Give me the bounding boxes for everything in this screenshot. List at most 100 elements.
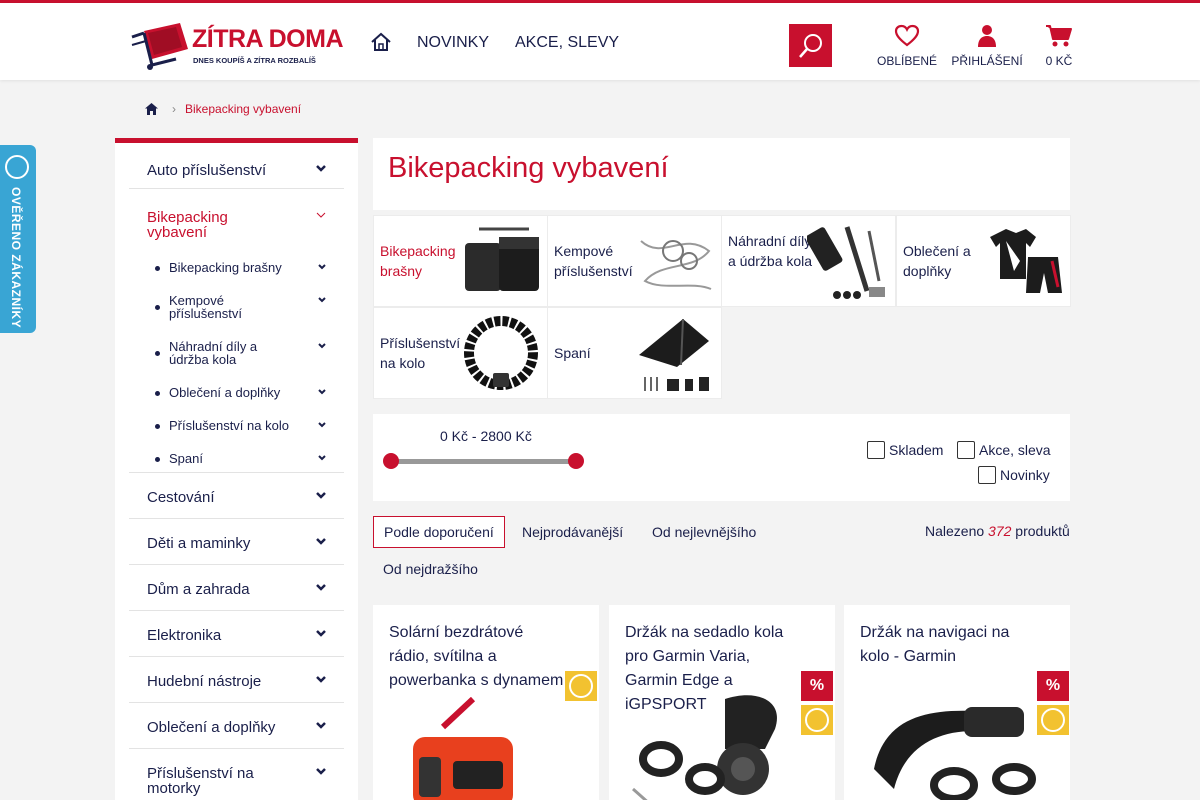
- breadcrumb: › Bikepacking vybavení: [145, 102, 301, 116]
- login-button[interactable]: PŘIHLÁŠENÍ: [950, 23, 1024, 68]
- garmin-seat-mount-image: [632, 695, 777, 800]
- page-title: Bikepacking vybavení: [388, 152, 669, 184]
- nav-home-icon[interactable]: [370, 31, 394, 55]
- favorites-label: OBLÍBENÉ: [876, 54, 938, 68]
- category-tile-kempove[interactable]: Kempové příslušenství: [547, 215, 722, 307]
- chevron-down-icon: [318, 455, 326, 461]
- login-label: PŘIHLÁŠENÍ: [951, 54, 1023, 68]
- sidebar-item-auto[interactable]: Auto příslušenství: [129, 143, 344, 189]
- chevron-down-icon: [318, 264, 326, 270]
- bullet-icon: [155, 424, 160, 429]
- breadcrumb-home-icon[interactable]: [145, 103, 158, 115]
- sidebar-item-motorky[interactable]: Příslušenství na motorky: [129, 749, 344, 800]
- sidebar-item-deti[interactable]: Děti a maminky: [129, 519, 344, 565]
- tarp-tent-icon: [639, 318, 709, 391]
- sidebar-item-label: Oblečení a doplňky: [147, 719, 276, 736]
- sidebar-item-label: Auto příslušenství: [147, 162, 267, 179]
- checkbox-box[interactable]: [957, 441, 975, 459]
- sidebar-subitem-label: Příslušenství na kolo: [169, 418, 289, 433]
- product-card[interactable]: Držák na navigaci na kolo - Garmin %: [844, 605, 1070, 800]
- product-name[interactable]: Držák na navigaci na kolo - Garmin: [860, 621, 1038, 669]
- sidebar-subitem-nahradni-dily[interactable]: Náhradní díly a údržba kola: [129, 340, 344, 370]
- sidebar-item-cestovani[interactable]: Cestování: [129, 473, 344, 519]
- sidebar-item-hudebni[interactable]: Hudební nástroje: [129, 657, 344, 703]
- category-tile-label: Oblečení a doplňky: [903, 243, 971, 279]
- site-logo[interactable]: ZÍTRA DOMA DNES KOUPÍŠ A ZÍTRA ROZBALÍŠ: [130, 19, 344, 71]
- sidebar-item-obleceni[interactable]: Oblečení a doplňky: [129, 703, 344, 749]
- nav-link-novinky[interactable]: NOVINKY: [417, 34, 489, 52]
- category-tile-spani[interactable]: Spaní: [547, 307, 722, 399]
- favorites-button[interactable]: OBLÍBENÉ: [876, 23, 938, 68]
- sidebar-item-label: Cestování: [147, 489, 215, 506]
- chevron-down-icon: [316, 165, 326, 172]
- results-suffix: produktů: [1015, 523, 1070, 539]
- sidebar-item-dum-zahrada[interactable]: Dům a zahrada: [129, 565, 344, 611]
- chevron-down-icon: [318, 422, 326, 428]
- price-range-label: 0 Kč - 2800 Kč: [440, 428, 532, 444]
- sidebar-subitem-spani[interactable]: Spaní: [129, 452, 344, 472]
- sidebar-subitem-label: Kempové příslušenství: [169, 293, 242, 321]
- category-tile-label: Náhradní díly a údržba kola: [728, 233, 813, 269]
- chevron-down-icon: [318, 343, 326, 349]
- cart-button[interactable]: 0 Kč: [1040, 23, 1078, 68]
- sidebar-item-bikepacking[interactable]: Bikepacking vybavení Bikepacking brašny …: [129, 189, 344, 473]
- chevron-down-icon: [318, 297, 326, 303]
- sidebar-item-label: Bikepacking vybavení: [147, 209, 228, 241]
- category-tile-nahradni-dily[interactable]: Náhradní díly a údržba kola: [721, 215, 896, 307]
- verified-by-customers-badge[interactable]: OVĚŘENO ZÁKAZNÍKY: [0, 145, 36, 333]
- cart-icon: [1046, 25, 1072, 47]
- solar-radio-image: [413, 697, 513, 800]
- chevron-down-icon: [316, 584, 326, 591]
- chevron-down-icon: [316, 538, 326, 545]
- bike-bag-icon: [465, 227, 539, 291]
- results-number: 372: [988, 523, 1012, 539]
- chevron-down-icon: [316, 630, 326, 637]
- price-slider-track[interactable]: [391, 459, 576, 464]
- bike-lock-icon: [464, 316, 538, 390]
- product-name[interactable]: Solární bezdrátové rádio, svítilna a pow…: [389, 621, 567, 693]
- product-card[interactable]: Držák na sedadlo kola pro Garmin Varia, …: [609, 605, 835, 800]
- checkbox-box[interactable]: [978, 466, 996, 484]
- sidebar-subitem-label: Spaní: [169, 451, 203, 466]
- sort-recommended-button[interactable]: Podle doporučení: [373, 516, 505, 548]
- search-button[interactable]: [789, 24, 832, 67]
- sort-bestselling-button[interactable]: Nejprodávanější: [512, 516, 633, 548]
- category-tile-prislusenstvi-kolo[interactable]: Příslušenství na kolo: [373, 307, 548, 399]
- filter-new-checkbox[interactable]: Novinky: [978, 466, 1050, 484]
- checkbox-box[interactable]: [867, 441, 885, 459]
- filter-sale-checkbox[interactable]: Akce, sleva: [957, 441, 1051, 459]
- sort-most-expensive-button[interactable]: Od nejdražšího: [373, 553, 488, 585]
- category-tile-bikepacking-brasny[interactable]: Bikepacking brašny: [373, 215, 548, 307]
- sidebar-item-elektronika[interactable]: Elektronika: [129, 611, 344, 657]
- category-tile-label: Příslušenství na kolo: [380, 335, 461, 371]
- verified-badge-icon: [565, 671, 597, 701]
- price-slider-min-handle[interactable]: [383, 453, 399, 469]
- sidebar-subitem-obleceni[interactable]: Oblečení a doplňky: [129, 386, 344, 406]
- sidebar-subitem-bikepacking-brasny[interactable]: Bikepacking brašny: [129, 261, 344, 281]
- price-slider-max-handle[interactable]: [568, 453, 584, 469]
- garmin-navigation-mount-image: [874, 707, 1036, 800]
- nav-link-akce-slevy[interactable]: AKCE, SLEVY: [515, 34, 619, 52]
- discount-badge: %: [1037, 671, 1069, 701]
- breadcrumb-current[interactable]: Bikepacking vybavení: [185, 102, 301, 116]
- bullet-icon: [155, 391, 160, 396]
- category-tile-label: Kempové příslušenství: [554, 243, 633, 279]
- sidebar-subitem-label: Náhradní díly a údržba kola: [169, 339, 258, 367]
- filter-panel: 0 Kč - 2800 Kč Skladem Akce, sleva Novin…: [373, 414, 1070, 501]
- bullet-icon: [155, 351, 160, 356]
- sidebar-item-label: Elektronika: [147, 627, 222, 644]
- bullet-icon: [155, 266, 160, 271]
- bike-tools-icon: [807, 226, 885, 299]
- heart-icon: [894, 24, 920, 47]
- sort-cheapest-button[interactable]: Od nejlevnějšího: [642, 516, 766, 548]
- verified-seal-icon: [5, 155, 29, 179]
- sidebar-subitem-prislusenstvi-kolo[interactable]: Příslušenství na kolo: [129, 419, 344, 439]
- checkbox-label: Novinky: [1000, 467, 1050, 483]
- chevron-down-icon: [316, 722, 326, 729]
- sidebar-subitem-kempove[interactable]: Kempové příslušenství: [129, 294, 344, 324]
- sidebar-item-label: Hudební nástroje: [147, 673, 262, 690]
- filter-stock-checkbox[interactable]: Skladem: [867, 441, 943, 459]
- chevron-down-icon: [316, 768, 326, 775]
- category-tile-obleceni[interactable]: Oblečení a doplňky: [896, 215, 1071, 307]
- product-card[interactable]: Solární bezdrátové rádio, svítilna a pow…: [373, 605, 599, 800]
